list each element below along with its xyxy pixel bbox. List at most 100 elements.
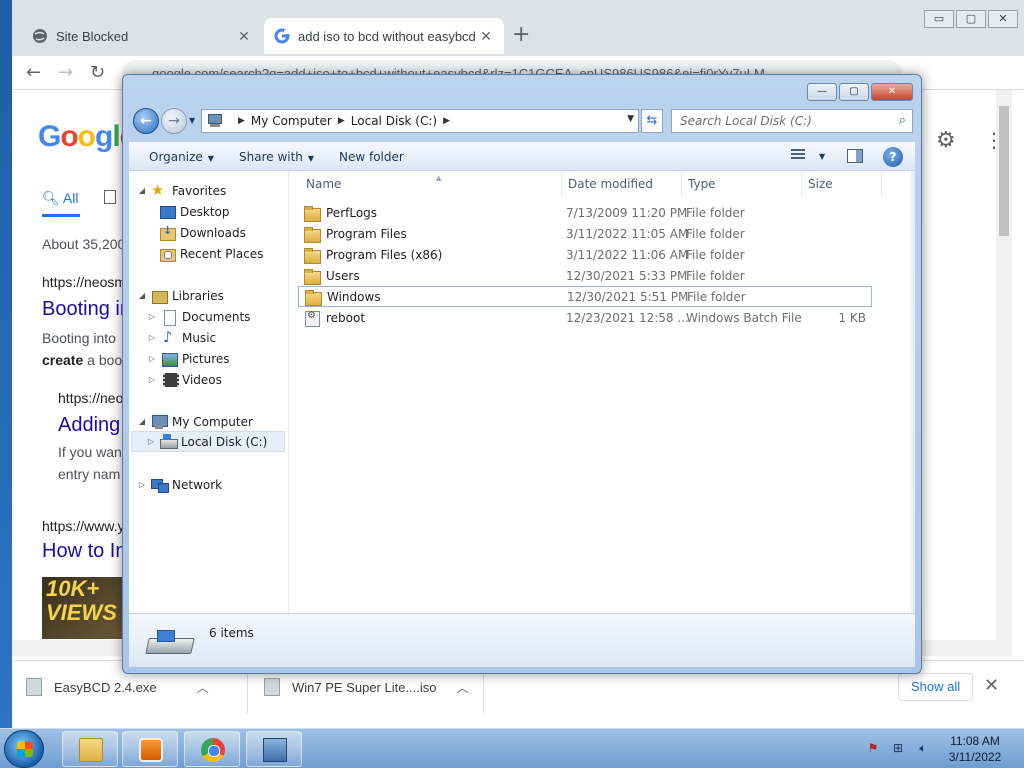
nav-music[interactable]: ▷ Music <box>147 327 216 348</box>
tab-site-blocked[interactable]: Site Blocked ✕ <box>22 18 262 54</box>
maximize-button[interactable]: ▢ <box>839 83 869 101</box>
result-title[interactable]: Booting in <box>42 298 131 321</box>
new-tab-button[interactable]: + <box>512 24 530 46</box>
refresh-icon[interactable]: ⇆ <box>641 109 663 133</box>
globe-icon <box>32 28 48 44</box>
breadcrumb-separator[interactable]: ▶ <box>338 116 345 126</box>
chevron-down-icon[interactable]: ▼ <box>627 114 634 124</box>
minimize-button[interactable]: ▭ <box>924 10 954 28</box>
network-icon[interactable]: ⊞ <box>889 739 907 757</box>
preview-pane-icon[interactable] <box>847 149 863 163</box>
nav-desktop[interactable]: Desktop <box>159 201 230 222</box>
close-icon[interactable]: ✕ <box>984 675 999 696</box>
expand-arrow-icon[interactable]: ▷ <box>137 480 147 489</box>
minimize-button[interactable]: — <box>807 83 837 101</box>
nav-downloads[interactable]: Downloads <box>159 222 246 243</box>
logo-letter: o <box>60 120 78 153</box>
hard-drive-icon <box>147 630 191 654</box>
chevron-down-icon[interactable]: ▼ <box>189 116 195 125</box>
nav-network[interactable]: ▷ Network <box>137 474 222 495</box>
organize-button[interactable]: Organize ▼ <box>149 142 214 172</box>
file-row[interactable]: PerfLogs 7/13/2009 11:20 PM File folder <box>298 202 872 223</box>
nav-my-computer[interactable]: ◢ My Computer <box>137 411 253 432</box>
taskbar-chrome[interactable] <box>184 731 240 767</box>
volume-icon[interactable]: 🔈︎ <box>914 739 932 757</box>
search-icon[interactable]: ⌕ <box>899 110 906 132</box>
scrollbar-thumb[interactable] <box>999 106 1009 236</box>
search-input[interactable]: Search Local Disk (C:) ⌕ <box>671 109 913 133</box>
breadcrumb-separator[interactable]: ▶ <box>238 116 245 126</box>
result-title[interactable]: Adding <box>58 414 120 437</box>
tab-close-icon[interactable]: ✕ <box>478 28 494 45</box>
nav-favorites[interactable]: ◢ Favorites <box>137 180 226 201</box>
back-arrow-icon[interactable]: ← <box>133 108 159 134</box>
back-arrow-icon[interactable]: ← <box>26 62 41 83</box>
views-icon[interactable] <box>791 149 805 163</box>
column-header-name[interactable]: Name ▲ <box>300 171 562 197</box>
column-header-date[interactable]: Date modified <box>562 171 682 197</box>
file-row[interactable]: Program Files 3/11/2022 11:05 AM File fold… <box>298 223 872 244</box>
nav-label: Desktop <box>180 204 230 219</box>
clock[interactable]: 11:08 AM 3/11/2022 <box>940 733 1010 765</box>
forward-arrow-icon[interactable]: → <box>161 108 187 134</box>
nav-documents[interactable]: ▷ Documents <box>147 306 250 327</box>
taskbar-explorer[interactable] <box>62 731 118 767</box>
result-url[interactable]: https://neosm <box>42 274 126 290</box>
search-tab-all[interactable]: 🔍︎ All <box>42 190 78 207</box>
nav-libraries[interactable]: ◢ Libraries <box>137 285 224 306</box>
file-row[interactable]: Program Files (x86) 3/11/2022 11:06 AM Fil… <box>298 244 872 265</box>
start-button[interactable] <box>4 730 44 768</box>
file-list-scrollbar[interactable] <box>911 171 915 613</box>
collapse-arrow-icon[interactable]: ◢ <box>137 417 147 426</box>
video-tab-icon[interactable] <box>104 190 116 204</box>
expand-arrow-icon[interactable]: ▷ <box>147 312 157 321</box>
close-button[interactable]: ✕ <box>871 83 913 101</box>
chevron-up-icon[interactable]: ︿ <box>197 679 209 696</box>
expand-arrow-icon[interactable]: ▷ <box>146 437 156 446</box>
chevron-up-icon[interactable]: ︿ <box>457 679 469 696</box>
taskbar: ⚑ ⊞ 🔈︎ 11:08 AM 3/11/2022 <box>0 728 1024 768</box>
nav-local-disk[interactable]: ▷ Local Disk (C:) <box>131 431 285 452</box>
video-thumbnail[interactable]: 10K+ VIEWS <box>42 577 126 639</box>
tab-google-search[interactable]: add iso to bcd without easybcd - ✕ <box>264 18 504 54</box>
breadcrumb-local-disk[interactable]: Local Disk (C:) <box>351 114 437 128</box>
action-center-icon[interactable]: ⚑ <box>864 739 882 757</box>
collapse-arrow-icon[interactable]: ◢ <box>137 291 147 300</box>
file-row[interactable]: Users 12/30/2021 5:33 PM File folder <box>298 265 872 286</box>
result-url[interactable]: https://www.y <box>42 518 124 534</box>
help-icon[interactable]: ? <box>883 147 903 167</box>
column-header-type[interactable]: Type <box>682 171 802 197</box>
result-title[interactable]: How to In <box>42 540 126 563</box>
nav-pictures[interactable]: ▷ Pictures <box>147 348 230 369</box>
reload-icon[interactable]: ↻ <box>90 62 105 83</box>
expand-arrow-icon[interactable]: ▷ <box>147 333 157 342</box>
google-logo[interactable]: Google <box>38 120 136 154</box>
chevron-down-icon[interactable]: ▼ <box>819 142 825 172</box>
breadcrumb-separator[interactable]: ▶ <box>443 116 450 126</box>
nav-recent-places[interactable]: Recent Places <box>159 243 263 264</box>
file-name: Program Files <box>326 226 407 241</box>
share-with-button[interactable]: Share with ▼ <box>239 142 314 172</box>
gear-icon[interactable]: ⚙ <box>936 128 956 153</box>
page-scrollbar[interactable] <box>996 90 1012 640</box>
close-button[interactable]: ✕ <box>988 10 1018 28</box>
tab-close-icon[interactable]: ✕ <box>236 28 252 45</box>
show-all-button[interactable]: Show all <box>898 673 974 701</box>
new-folder-button[interactable]: New folder <box>339 142 404 172</box>
maximize-button[interactable]: ▢ <box>956 10 986 28</box>
address-bar[interactable]: ▶ My Computer ▶ Local Disk (C:) ▶ ▼ <box>201 109 639 133</box>
column-header-size[interactable]: Size <box>802 171 882 197</box>
file-row-selected[interactable]: Windows 12/30/2021 5:51 PM File folder <box>298 286 872 307</box>
explorer-window: — ▢ ✕ ← → ▼ ▶ My Computer ▶ Local Disk (… <box>122 74 922 674</box>
file-row[interactable]: reboot 12/23/2021 12:58 ...Windows Batch … <box>298 307 872 328</box>
breadcrumb-my-computer[interactable]: My Computer <box>251 114 332 128</box>
file-size: 1 KB <box>838 310 866 325</box>
taskbar-media-player[interactable] <box>122 731 178 767</box>
forward-arrow-icon[interactable]: → <box>58 62 73 83</box>
expand-arrow-icon[interactable]: ▷ <box>147 375 157 384</box>
collapse-arrow-icon[interactable]: ◢ <box>137 186 147 195</box>
result-url[interactable]: https://neo <box>58 390 123 406</box>
taskbar-computer[interactable] <box>246 731 302 767</box>
expand-arrow-icon[interactable]: ▷ <box>147 354 157 363</box>
nav-videos[interactable]: ▷ Videos <box>147 369 222 390</box>
